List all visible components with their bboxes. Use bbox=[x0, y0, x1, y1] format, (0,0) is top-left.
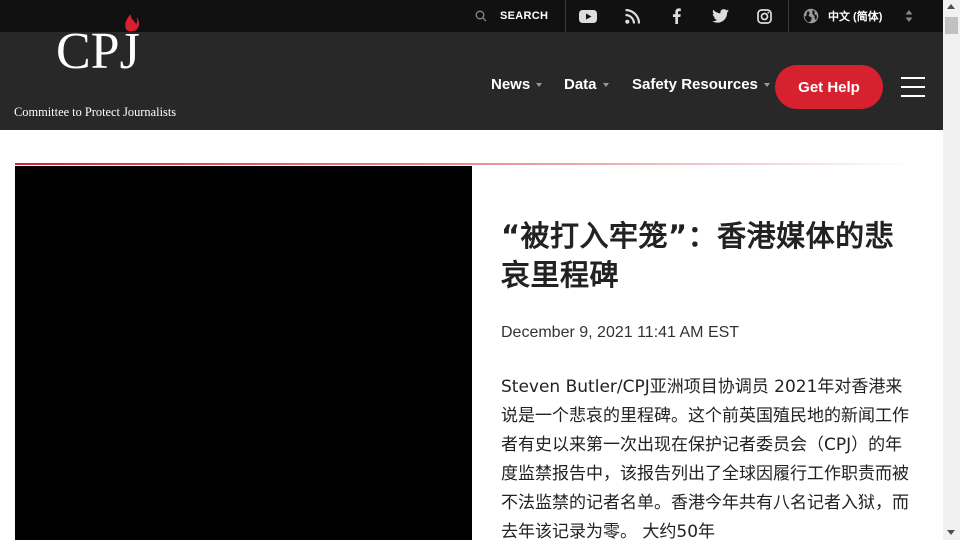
search-button[interactable]: SEARCH bbox=[466, 0, 565, 32]
site-header: SEARCH 中文 (简体) CPJ Committee to Protect … bbox=[0, 0, 943, 130]
cpj-logo[interactable]: CPJ Committee to Protect Journalists bbox=[14, 12, 194, 122]
scroll-up-arrow-icon[interactable] bbox=[947, 4, 955, 9]
nav-news-label: News bbox=[491, 76, 531, 93]
twitter-icon bbox=[711, 9, 729, 23]
caret-down-icon bbox=[536, 82, 543, 87]
article-media[interactable] bbox=[15, 166, 472, 540]
youtube-icon bbox=[579, 9, 597, 23]
page: SEARCH 中文 (简体) CPJ Committee to Protect … bbox=[0, 0, 943, 540]
select-arrows-icon bbox=[905, 10, 913, 22]
language-select[interactable]: 中文 (简体) bbox=[789, 0, 925, 32]
cpj-logo-mark: CPJ bbox=[56, 14, 140, 80]
menu-button[interactable] bbox=[901, 77, 925, 97]
instagram-icon bbox=[756, 8, 772, 24]
rss-icon bbox=[624, 8, 640, 24]
nav-safety-resources[interactable]: Safety Resources bbox=[632, 76, 770, 93]
globe-icon bbox=[803, 8, 819, 24]
scrollbar-thumb[interactable] bbox=[945, 17, 958, 34]
logo-mark-text: CPJ bbox=[56, 23, 140, 80]
social-links bbox=[566, 0, 788, 32]
article-title: “被打入牢笼”：香港媒体的悲哀里程碑 bbox=[501, 219, 895, 292]
flame-icon bbox=[125, 14, 140, 32]
scrollbar[interactable] bbox=[943, 0, 960, 540]
rss-link[interactable] bbox=[610, 0, 654, 32]
accent-rule bbox=[15, 163, 910, 165]
hamburger-icon bbox=[901, 95, 925, 97]
nav-safety-resources-label: Safety Resources bbox=[632, 76, 758, 93]
nav-data[interactable]: Data bbox=[564, 76, 609, 93]
youtube-link[interactable] bbox=[566, 0, 610, 32]
hamburger-icon bbox=[901, 77, 925, 79]
language-label: 中文 (简体) bbox=[828, 11, 883, 23]
instagram-link[interactable] bbox=[742, 0, 786, 32]
nav-data-label: Data bbox=[564, 76, 597, 93]
twitter-link[interactable] bbox=[698, 0, 742, 32]
hamburger-icon bbox=[901, 86, 925, 88]
nav-news[interactable]: News bbox=[491, 76, 543, 93]
logo-name: Committee to Protect Journalists bbox=[14, 105, 177, 119]
article-excerpt: Steven Butler/CPJ亚洲项目协调员 2021年对香港来说是一个悲哀… bbox=[501, 377, 909, 540]
search-icon bbox=[475, 10, 487, 22]
facebook-icon bbox=[672, 8, 681, 24]
get-help-button[interactable]: Get Help bbox=[775, 65, 883, 109]
article-date: December 9, 2021 11:41 AM EST bbox=[501, 324, 740, 341]
caret-down-icon bbox=[763, 82, 770, 87]
facebook-link[interactable] bbox=[654, 0, 698, 32]
search-label: SEARCH bbox=[500, 10, 549, 22]
caret-down-icon bbox=[602, 82, 609, 87]
scroll-down-arrow-icon[interactable] bbox=[947, 530, 955, 535]
